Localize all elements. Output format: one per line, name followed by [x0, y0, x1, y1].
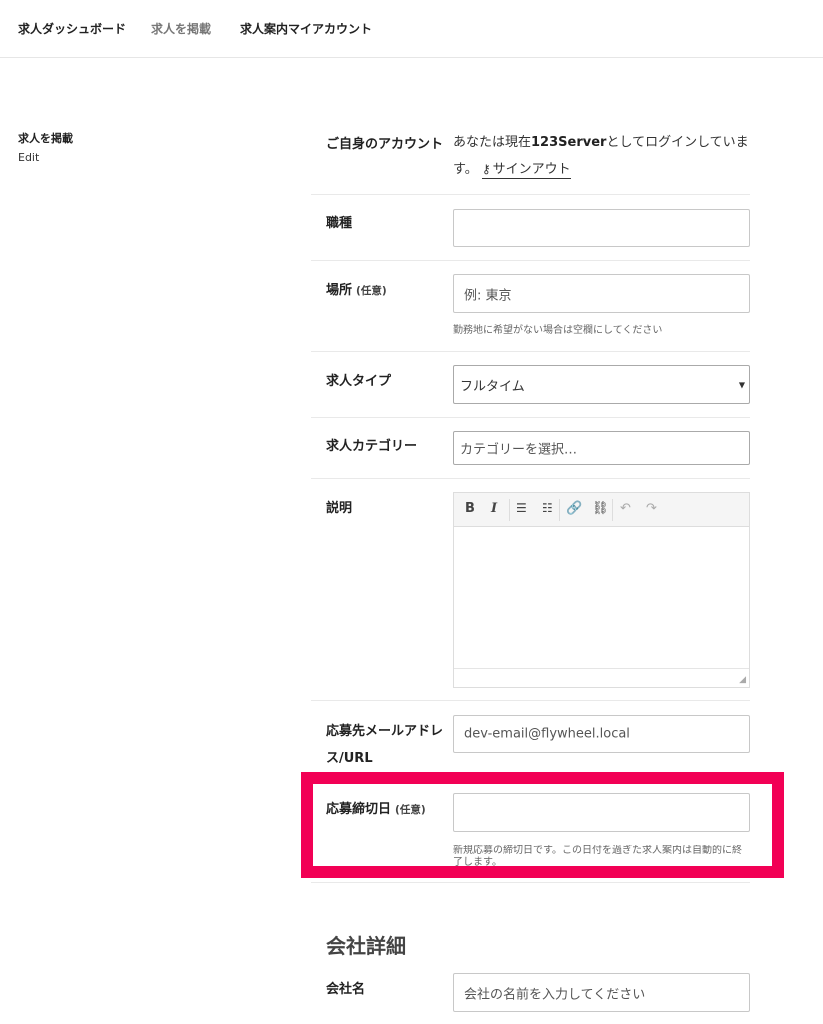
- sidebar-title: 求人を掲載: [18, 132, 73, 145]
- job-title-label: 職種: [326, 216, 353, 231]
- location-help: 勤務地に希望がない場合は空欄にしてください: [453, 325, 663, 336]
- unlink-icon[interactable]: ⛓: [592, 501, 609, 516]
- divider: [311, 478, 750, 479]
- link-icon[interactable]: 🔗: [566, 501, 582, 516]
- key-icon: ⚷: [481, 162, 491, 176]
- nav-post-job[interactable]: 求人を掲載: [151, 20, 211, 37]
- redo-icon[interactable]: ↷: [646, 501, 657, 516]
- job-category-placeholder: カテゴリーを選択…: [460, 442, 578, 458]
- divider: [311, 882, 750, 883]
- divider: [311, 351, 750, 352]
- nav-my-account[interactable]: 求人案内マイアカウント: [240, 20, 372, 37]
- editor-body[interactable]: [454, 527, 749, 668]
- editor-statusbar: ◢: [454, 668, 749, 687]
- description-editor[interactable]: B I ☰ ☷ 🔗 ⛓ ↶ ↷ ◢: [453, 492, 750, 688]
- toolbar-separator: [559, 499, 560, 521]
- job-type-selected: フルタイム: [460, 379, 525, 394]
- job-type-select[interactable]: フルタイム ▼: [453, 365, 750, 404]
- signout-label: サインアウト: [492, 162, 571, 177]
- sidebar-edit-link[interactable]: Edit: [18, 151, 39, 164]
- italic-icon[interactable]: I: [491, 501, 497, 516]
- numbered-list-icon[interactable]: ☷: [542, 501, 553, 515]
- company-name-placeholder: 会社の名前を入力してください: [464, 987, 646, 1002]
- location-input[interactable]: 例: 東京: [453, 274, 750, 313]
- application-label-line2: ス/URL: [326, 751, 373, 766]
- job-category-label: 求人カテゴリー: [326, 439, 418, 454]
- application-label: 応募先メールアドレ ス/URL: [326, 718, 443, 772]
- job-type-label: 求人タイプ: [326, 374, 392, 389]
- location-placeholder: 例: 東京: [464, 288, 512, 303]
- bold-icon[interactable]: B: [465, 501, 475, 516]
- application-label-line1: 応募先メールアドレ: [326, 724, 444, 739]
- signout-link[interactable]: ⚷ サインアウト: [481, 162, 571, 179]
- divider: [311, 417, 750, 418]
- toolbar-separator: [612, 499, 613, 521]
- company-name-input[interactable]: 会社の名前を入力してください: [453, 973, 750, 1012]
- dropdown-caret-icon: ▼: [738, 380, 745, 389]
- account-text-prefix: あなたは現在: [453, 135, 532, 150]
- job-title-input[interactable]: [453, 209, 750, 247]
- account-label: ご自身のアカウント: [326, 137, 444, 152]
- resize-grip-icon[interactable]: ◢: [739, 675, 746, 685]
- application-input[interactable]: dev-email@flywheel.local: [453, 715, 750, 753]
- divider: [311, 194, 750, 195]
- toolbar-separator: [509, 499, 510, 521]
- account-username: 123Server: [531, 135, 607, 150]
- description-label: 説明: [326, 501, 353, 516]
- undo-icon[interactable]: ↶: [620, 501, 631, 516]
- divider: [311, 700, 750, 701]
- divider: [311, 260, 750, 261]
- application-placeholder: dev-email@flywheel.local: [464, 726, 630, 742]
- location-label: 場所 (任意): [326, 279, 387, 298]
- editor-toolbar: B I ☰ ☷ 🔗 ⛓ ↶ ↷: [454, 493, 749, 527]
- account-info: あなたは現在123Serverとしてログインしています。 ⚷ サインアウト: [453, 129, 753, 183]
- company-section-title: 会社詳細: [326, 934, 406, 958]
- nav-job-dashboard[interactable]: 求人ダッシュボード: [18, 20, 126, 37]
- location-label-text: 場所: [326, 283, 353, 298]
- job-category-select[interactable]: カテゴリーを選択…: [453, 431, 750, 465]
- top-nav: 求人ダッシュボード 求人を掲載 求人案内マイアカウント: [0, 0, 823, 58]
- location-optional-tag: (任意): [356, 285, 387, 297]
- company-name-label: 会社名: [326, 982, 366, 997]
- bullet-list-icon[interactable]: ☰: [516, 501, 527, 515]
- highlight-box: [301, 772, 784, 878]
